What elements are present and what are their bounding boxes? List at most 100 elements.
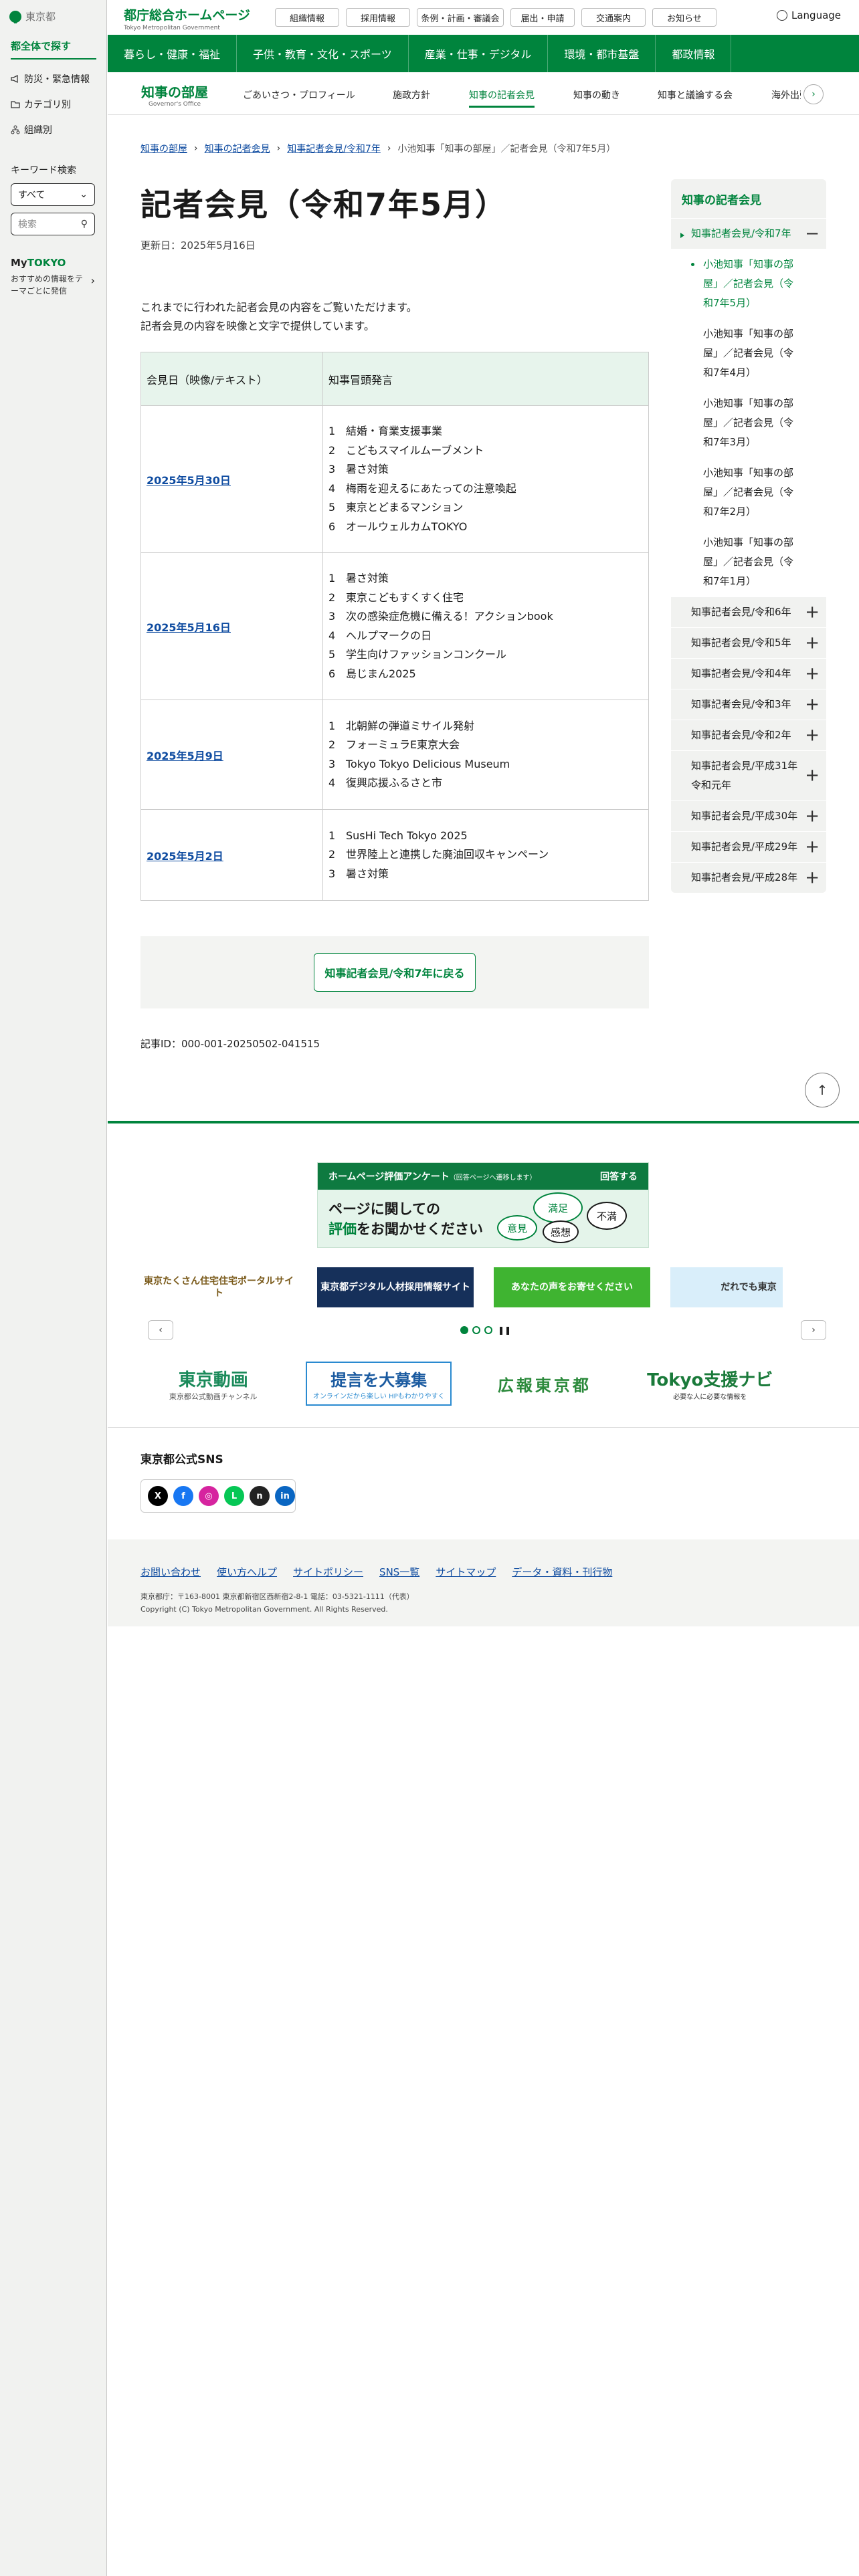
banner-koho-tokyo[interactable]: 広報東京都 (472, 1362, 617, 1406)
sidebar-item-disaster[interactable]: 防災・緊急情報 (11, 72, 90, 86)
breadcrumb-link[interactable]: 知事の部屋 (140, 142, 187, 155)
banner-tokyo-video[interactable]: 東京動画 東京都公式動画チャンネル (140, 1362, 286, 1406)
topic-item: 6 島じまん2025 (328, 665, 643, 684)
carousel-dot[interactable] (472, 1326, 480, 1334)
header-button-ordinances[interactable]: 条例・計画・審議会 (417, 8, 504, 27)
section-title-en: Governor's Office (148, 101, 201, 108)
local-nav-year-open[interactable]: 知事記者会見/令和7年 − (671, 218, 826, 249)
back-button[interactable]: 知事記者会見/令和7年に戻る (313, 953, 476, 992)
survey-answer-button[interactable]: 回答する (600, 1170, 638, 1183)
header-button-applications[interactable]: 届出・申請 (510, 8, 575, 27)
banner-daredemo-tokyo[interactable]: だれでも東京 (670, 1267, 783, 1307)
footer-link[interactable]: 使い方ヘルプ (217, 1565, 277, 1579)
chevron-right-icon: › (90, 274, 95, 287)
subnav-item-overseas[interactable]: 海外出張 (771, 88, 801, 102)
subnav-item-discussion[interactable]: 知事と議論する会 (658, 88, 733, 102)
subnav-item-policy[interactable]: 施政方針 (393, 88, 430, 102)
footer-link[interactable]: データ・資料・刊行物 (512, 1565, 612, 1579)
section-title[interactable]: 知事の部屋 Governor's Office (141, 82, 208, 108)
local-nav-year[interactable]: 知事記者会見/令和6年 + (671, 597, 826, 627)
topic-list: 1 北朝鮮の弾道ミサイル発射 2 フォーミュラE東京大会 3 Tokyo Tokyo De… (328, 717, 643, 793)
carousel-dot[interactable] (484, 1326, 492, 1334)
footer-link[interactable]: サイトポリシー (293, 1565, 363, 1579)
local-nav-year[interactable]: 知事記者会見/令和5年 + (671, 627, 826, 658)
search-placeholder: 検索 (18, 219, 37, 230)
header-button-access[interactable]: 交通案内 (581, 8, 646, 27)
breadcrumb-link[interactable]: 知事の記者会見 (205, 142, 270, 155)
topic-item: 2 こどもスマイルムーブメント (328, 441, 643, 461)
carousel-dot[interactable] (460, 1326, 468, 1334)
local-nav-month[interactable]: 小池知事「知事の部屋」／記者会見（令和7年4月） (671, 318, 826, 388)
linkedin-icon[interactable]: in (275, 1486, 295, 1506)
topic-list: 1 SusHi Tech Tokyo 2025 2 世界陸上と連携した廃油回収キャンペ… (328, 827, 643, 884)
date-link[interactable]: 2025年5月9日 (147, 750, 223, 762)
topic-text: 暑さ対策 (346, 463, 389, 475)
tokyo-logo[interactable]: 東京都 (9, 9, 56, 23)
local-nav-month[interactable]: 小池知事「知事の部屋」／記者会見（令和7年2月） (671, 457, 826, 527)
local-nav-year[interactable]: 知事記者会見/平成31年 令和元年 + (671, 750, 826, 800)
local-nav-month[interactable]: 小池知事「知事の部屋」／記者会見（令和7年3月） (671, 388, 826, 457)
gnav-item-education[interactable]: 子供・教育・文化・スポーツ (237, 35, 409, 72)
date-link[interactable]: 2025年5月2日 (147, 850, 223, 863)
search-icon[interactable]: ⚲ (81, 219, 88, 229)
table-cell-topics: 1 結婚・育業支援事業 2 こどもスマイルムーブメント 3 暑さ対策 4 梅雨を迎えるにあたっ… (322, 405, 649, 553)
gnav-item-life[interactable]: 暮らし・健康・福祉 (108, 35, 237, 72)
local-nav-year[interactable]: 知事記者会見/平成29年 + (671, 831, 826, 862)
banner-opinions[interactable]: あなたの声をお寄せください (494, 1267, 650, 1307)
banner-housing[interactable]: 東京たくさん住宅住宅ポータルサイト (140, 1267, 297, 1307)
language-selector[interactable]: Language (777, 9, 841, 21)
banner-text: 東京動画 (178, 1370, 248, 1390)
local-nav-year[interactable]: 知事記者会見/令和2年 + (671, 720, 826, 750)
carousel-prev-button[interactable]: ‹ (148, 1320, 173, 1340)
local-nav-year[interactable]: 知事記者会見/平成28年 + (671, 862, 826, 893)
line-icon[interactable]: L (224, 1486, 244, 1506)
topic-number: 4 (328, 481, 336, 495)
header-button-organization[interactable]: 組織情報 (275, 8, 339, 27)
note-icon[interactable]: n (250, 1486, 270, 1506)
sidebar-item-category[interactable]: カテゴリ別 (11, 98, 71, 111)
table-cell-topics: 1 北朝鮮の弾道ミサイル発射 2 フォーミュラE東京大会 3 Tokyo Tokyo De… (322, 700, 649, 810)
survey-bubble: 満足 (533, 1192, 583, 1223)
facebook-icon[interactable]: f (173, 1486, 193, 1506)
back-to-top-button[interactable]: ↑ (805, 1073, 840, 1107)
gnav-item-government[interactable]: 都政情報 (656, 35, 732, 72)
banner-proposals[interactable]: 提言を大募集 オンラインだから楽しい HPもわかりやすく (306, 1362, 452, 1406)
search-input[interactable]: 検索 ⚲ (11, 213, 95, 235)
x-icon[interactable]: X (148, 1486, 168, 1506)
local-nav-year[interactable]: 知事記者会見/令和3年 + (671, 689, 826, 720)
gnav-item-environment[interactable]: 環境・都市基盤 (548, 35, 656, 72)
carousel-next-button[interactable]: › (801, 1320, 826, 1340)
subnav-item-activities[interactable]: 知事の動き (573, 88, 620, 102)
footer-link[interactable]: お問い合わせ (140, 1565, 201, 1579)
banner-subtext: 東京都公式動画チャンネル (169, 1392, 258, 1401)
topic-text: 梅雨を迎えるにあたっての注意喚起 (346, 481, 516, 495)
topic-item: 3 次の感染症危機に備える！アクションbook (328, 607, 643, 627)
local-nav-year[interactable]: 知事記者会見/令和4年 + (671, 658, 826, 689)
date-link[interactable]: 2025年5月30日 (147, 474, 231, 487)
sidebar-item-organization[interactable]: 組織別 (11, 123, 52, 136)
search-scope-select[interactable]: すべて ⌄ (11, 183, 95, 206)
local-nav-year[interactable]: 知事記者会見/平成30年 + (671, 800, 826, 831)
mytokyo-link[interactable]: MyTOKYO おすすめの情報をテーマごとに発信 › (11, 257, 98, 297)
subnav-item-profile[interactable]: ごあいさつ・プロフィール (243, 88, 355, 102)
header-button-news[interactable]: お知らせ (652, 8, 717, 27)
breadcrumb-link[interactable]: 知事記者会見/令和7年 (287, 142, 381, 155)
plus-icon: + (805, 837, 820, 857)
date-link[interactable]: 2025年5月16日 (147, 621, 231, 634)
subnav-item-press[interactable]: 知事の記者会見 (469, 88, 535, 108)
header-button-recruit[interactable]: 採用情報 (346, 8, 410, 27)
pause-icon[interactable]: ❚❚ (498, 1325, 511, 1335)
local-nav-heading[interactable]: 知事の記者会見 (671, 179, 826, 218)
banner-digital-recruit[interactable]: 東京都デジタル人材採用情報サイト (317, 1267, 474, 1307)
local-nav-month[interactable]: 小池知事「知事の部屋」／記者会見（令和7年1月） (671, 527, 826, 597)
gnav-item-industry[interactable]: 産業・仕事・デジタル (409, 35, 549, 72)
subnav-next-button[interactable]: › (803, 84, 824, 104)
banner-tokyo-shien-navi[interactable]: Tokyo支援ナビ 必要な人に必要な情報を (638, 1362, 783, 1406)
instagram-icon[interactable]: ◎ (199, 1486, 219, 1506)
local-nav-month-current[interactable]: 小池知事「知事の部屋」／記者会見（令和7年5月） (671, 249, 826, 318)
footer-link[interactable]: SNS一覧 (379, 1565, 419, 1579)
survey-banner[interactable]: ホームページ評価アンケート（回答ページへ遷移します） 回答する ページに関しての… (317, 1162, 649, 1248)
sidebar-item-label: 防災・緊急情報 (24, 74, 90, 85)
site-brand[interactable]: 都庁総合ホームページ Tokyo Metropolitan Government (124, 5, 250, 31)
footer-link[interactable]: サイトマップ (436, 1565, 496, 1579)
